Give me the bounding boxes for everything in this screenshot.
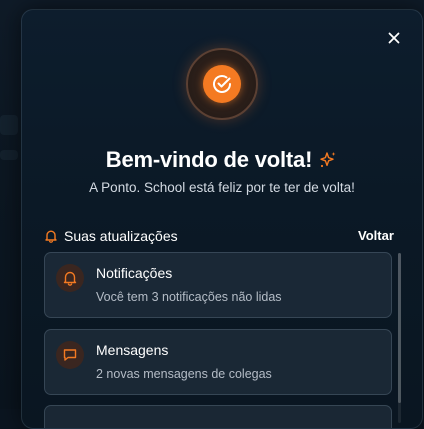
modal-subtitle: A Ponto. School está feliz por te ter de… <box>89 180 355 195</box>
card-description: 2 novas mensagens de colegas <box>96 367 272 381</box>
card-title: Mensagens <box>96 342 169 358</box>
bell-icon <box>63 271 77 286</box>
scrollbar-thumb[interactable] <box>398 253 401 403</box>
messages-card[interactable]: Mensagens 2 novas mensagens de colegas <box>44 329 392 395</box>
updates-heading: Suas atualizações <box>44 226 394 246</box>
back-button[interactable]: Voltar <box>358 228 394 243</box>
welcome-back-modal: Bem-vindo de volta! A Ponto. School está… <box>21 9 423 429</box>
scrollbar[interactable] <box>398 253 401 423</box>
modal-title: Bem-vindo de volta! <box>105 147 313 172</box>
close-icon <box>388 32 400 44</box>
close-button[interactable] <box>384 28 404 48</box>
bell-icon <box>45 230 57 243</box>
logo-badge <box>186 48 258 120</box>
background-element <box>0 115 18 135</box>
sparkles-icon <box>320 152 336 168</box>
background-element <box>0 150 18 160</box>
notifications-card[interactable]: Notificações Você tem 3 notificações não… <box>44 252 392 318</box>
message-icon <box>63 349 77 361</box>
logo-circle <box>203 65 241 103</box>
notifications-icon-badge <box>56 264 84 292</box>
card-title: Notificações <box>96 265 173 281</box>
check-circle-icon <box>213 75 231 93</box>
messages-icon-badge <box>56 341 84 369</box>
updates-heading-label: Suas atualizações <box>64 228 178 244</box>
card-description: Você tem 3 notificações não lidas <box>96 290 282 304</box>
title-row: Bem-vindo de volta! <box>22 147 422 173</box>
